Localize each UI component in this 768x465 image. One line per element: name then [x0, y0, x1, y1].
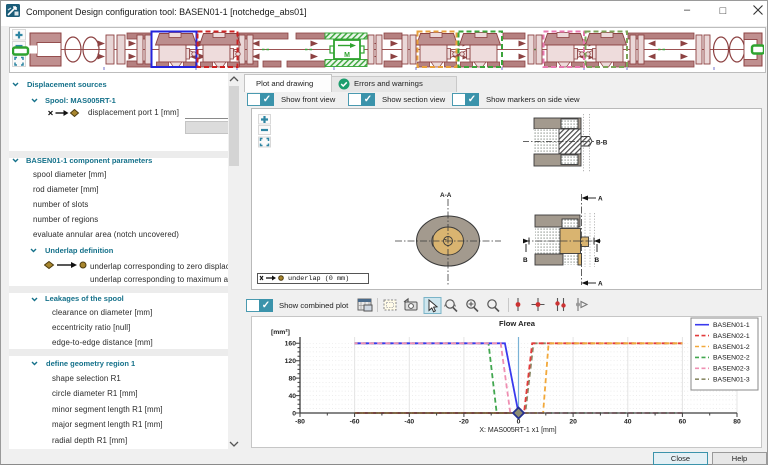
svg-text:X: MAS005RT-1 x1 [mm]: X: MAS005RT-1 x1 [mm] — [479, 427, 556, 434]
svg-text:0: 0 — [517, 419, 521, 426]
svg-text:BASEN01-1: BASEN01-1 — [713, 322, 750, 329]
svg-text:B-B: B-B — [596, 139, 608, 146]
svg-text:A: A — [598, 196, 603, 203]
svg-text:BASEN02-3: BASEN02-3 — [713, 366, 750, 373]
svg-text:-60: -60 — [350, 419, 360, 426]
svg-text:0: 0 — [292, 410, 296, 417]
svg-text:Flow Area: Flow Area — [499, 319, 536, 328]
svg-text:120: 120 — [285, 358, 297, 365]
svg-text:BASEN01-3: BASEN01-3 — [713, 377, 750, 384]
svg-text:-20: -20 — [459, 419, 469, 426]
svg-text:B: B — [595, 257, 600, 264]
svg-text:80: 80 — [288, 375, 296, 382]
svg-text:40: 40 — [288, 393, 296, 400]
svg-text:BASEN02-1: BASEN02-1 — [713, 333, 750, 340]
svg-text:20: 20 — [569, 419, 577, 426]
svg-text:40: 40 — [624, 419, 632, 426]
svg-text:80: 80 — [733, 419, 741, 426]
svg-text:-40: -40 — [404, 419, 414, 426]
svg-text:BASEN02-2: BASEN02-2 — [713, 355, 750, 362]
svg-text:[mm²]: [mm²] — [271, 329, 290, 336]
svg-text:-80: -80 — [295, 419, 305, 426]
svg-text:BASEN01-2: BASEN01-2 — [713, 344, 750, 351]
svg-text:60: 60 — [679, 419, 687, 426]
svg-text:A-A: A-A — [440, 192, 452, 199]
svg-text:B: B — [523, 257, 528, 264]
svg-text:160: 160 — [285, 341, 297, 348]
svg-text:A: A — [598, 281, 603, 288]
